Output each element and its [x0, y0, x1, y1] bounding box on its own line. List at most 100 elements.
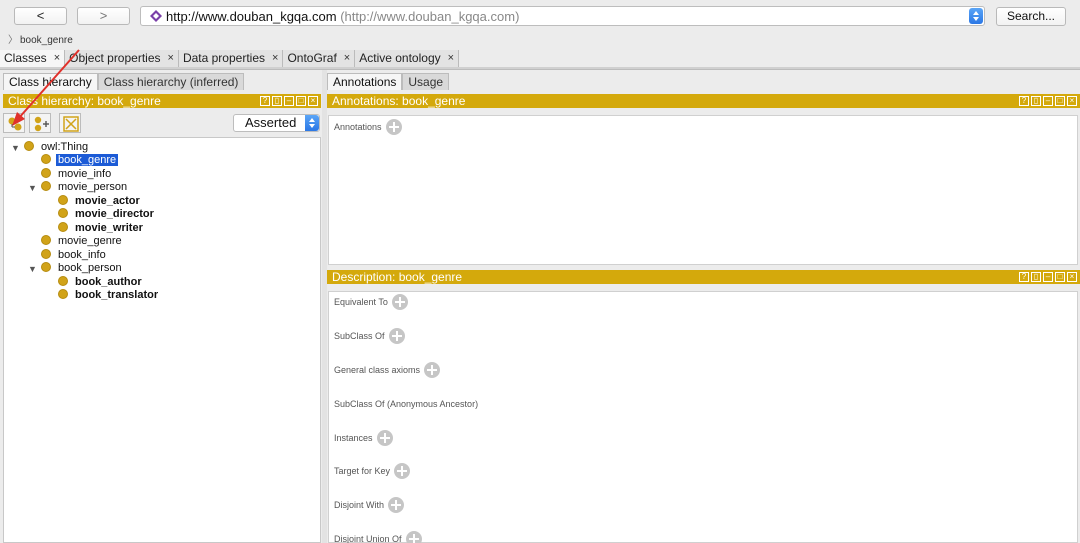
tab-object-properties[interactable]: Object properties × [65, 50, 179, 67]
add-sibling-button[interactable] [29, 113, 51, 133]
add-icon[interactable] [385, 119, 402, 135]
tab-classes[interactable]: Classes × [0, 50, 66, 67]
select-stepper[interactable] [305, 115, 319, 131]
section-disjoint-union-of: Disjoint Union Of [334, 531, 422, 543]
tree-node-movie-person[interactable]: ▼ movie_person [28, 181, 129, 194]
main-tab-bar: Classes × Object properties × Data prope… [0, 50, 460, 67]
expand-triangle-icon[interactable]: ▼ [11, 142, 20, 155]
expand-triangle-icon[interactable]: ▼ [28, 263, 37, 276]
section-instances: Instances [334, 430, 393, 446]
tree-node-movie-writer[interactable]: movie_writer [58, 222, 145, 235]
tab-annotations[interactable]: Annotations [327, 73, 403, 90]
section-subclass-of: SubClass Of [334, 328, 405, 344]
section-label: SubClass Of (Anonymous Ancestor) [334, 399, 479, 409]
tree-node-book-genre[interactable]: book_genre [41, 153, 120, 167]
tree-node-owl-thing[interactable]: ▼ owl:Thing [11, 141, 90, 154]
tree-node-book-translator[interactable]: book_translator [58, 289, 160, 302]
help-icon[interactable]: ? [1019, 96, 1029, 106]
class-icon [41, 249, 51, 259]
section-label: SubClass Of [334, 331, 385, 341]
section-label: General class axioms [334, 365, 421, 375]
node-label: book_author [75, 276, 142, 288]
node-label: book_translator [75, 289, 159, 301]
minimize-icon[interactable]: – [1043, 96, 1053, 106]
close-icon[interactable]: × [168, 50, 174, 67]
add-icon[interactable] [405, 531, 422, 543]
split-icon[interactable]: ▯ [1031, 96, 1041, 106]
tab-active-ontology[interactable]: Active ontology × [355, 50, 460, 67]
ontology-url-select[interactable]: http://www.douban_kgqa.com (http://www.d… [140, 6, 985, 26]
url-dropdown-stepper[interactable] [969, 8, 983, 24]
url-text: http://www.douban_kgqa.com (http://www.d… [166, 9, 519, 24]
tab-class-hierarchy-inferred[interactable]: Class hierarchy (inferred) [97, 73, 245, 90]
tab-data-properties[interactable]: Data properties × [178, 50, 284, 67]
tab-class-hierarchy[interactable]: Class hierarchy [3, 73, 98, 90]
help-icon[interactable]: ? [260, 96, 270, 106]
add-icon[interactable] [424, 362, 441, 378]
section-target-for-key: Target for Key [334, 463, 411, 479]
maximize-icon[interactable]: □ [1055, 96, 1065, 106]
tree-node-movie-director[interactable]: movie_director [58, 208, 156, 221]
help-icon[interactable]: ? [1019, 272, 1029, 282]
left-subtab-bar: Class hierarchy Class hierarchy (inferre… [3, 73, 245, 90]
panel-controls: ? ▯ – □ × [1019, 96, 1077, 106]
minimize-icon[interactable]: – [1043, 272, 1053, 282]
add-icon[interactable] [388, 497, 405, 513]
close-panel-icon[interactable]: × [1067, 96, 1077, 106]
minimize-icon[interactable]: – [284, 96, 294, 106]
breadcrumb-label[interactable]: book_genre [20, 35, 73, 46]
tab-label: Classes [4, 51, 47, 65]
node-label: movie_actor [75, 195, 140, 207]
right-subtab-bar: Annotations Usage [327, 73, 450, 90]
section-label: Equivalent To [334, 297, 388, 307]
panel-title: Annotations: book_genre [332, 94, 466, 108]
tree-node-book-person[interactable]: ▼ book_person [28, 262, 124, 275]
add-subclass-button[interactable] [3, 113, 25, 133]
close-panel-icon[interactable]: × [308, 96, 318, 106]
description-header: Description: book_genre ? ▯ – □ × [327, 270, 1080, 284]
add-icon[interactable] [394, 463, 411, 479]
forward-button[interactable]: > [77, 7, 130, 25]
class-icon [24, 141, 34, 151]
maximize-icon[interactable]: □ [296, 96, 306, 106]
url-sub-text: (http://www.douban_kgqa.com) [340, 9, 520, 24]
tree-node-book-author[interactable]: book_author [58, 276, 144, 289]
node-label: book_genre [54, 153, 120, 167]
maximize-icon[interactable]: □ [1055, 272, 1065, 282]
tab-usage[interactable]: Usage [402, 73, 450, 90]
description-panel: Equivalent To SubClass Of General class … [328, 291, 1078, 543]
close-icon[interactable]: × [344, 50, 350, 67]
hierarchy-mode-select[interactable]: Asserted [233, 114, 320, 132]
tree-node-book-info[interactable]: book_info [41, 249, 108, 262]
add-icon[interactable] [391, 294, 408, 310]
node-label: book_info [58, 249, 106, 261]
add-icon[interactable] [376, 430, 393, 446]
section-label: Annotations [334, 122, 382, 132]
close-panel-icon[interactable]: × [1067, 272, 1077, 282]
tab-ontograf[interactable]: OntoGraf × [283, 50, 356, 67]
split-icon[interactable]: ▯ [272, 96, 282, 106]
back-button[interactable]: < [14, 7, 67, 25]
close-icon[interactable]: × [54, 50, 60, 67]
panel-controls: ? ▯ – □ × [260, 96, 318, 106]
tree-node-movie-info[interactable]: movie_info [41, 168, 113, 181]
tree-node-movie-actor[interactable]: movie_actor [58, 195, 142, 208]
delete-class-button[interactable] [59, 113, 81, 133]
class-icon [41, 168, 51, 178]
tree-node-movie-genre[interactable]: movie_genre [41, 235, 124, 248]
close-icon[interactable]: × [448, 50, 454, 67]
node-label: movie_director [75, 208, 154, 220]
search-button[interactable]: Search... [996, 7, 1066, 26]
top-toolbar: < > http://www.douban_kgqa.com (http://w… [0, 0, 1080, 30]
expand-triangle-icon[interactable]: ▼ [28, 182, 37, 195]
class-icon [58, 195, 68, 205]
section-general-class-axioms: General class axioms [334, 362, 441, 378]
node-label: movie_genre [58, 235, 122, 247]
class-icon [41, 154, 51, 164]
panel-splitter[interactable] [322, 70, 327, 543]
section-label: Disjoint Union Of [334, 534, 402, 543]
class-icon [41, 235, 51, 245]
close-icon[interactable]: × [272, 50, 278, 67]
add-icon[interactable] [388, 328, 405, 344]
split-icon[interactable]: ▯ [1031, 272, 1041, 282]
